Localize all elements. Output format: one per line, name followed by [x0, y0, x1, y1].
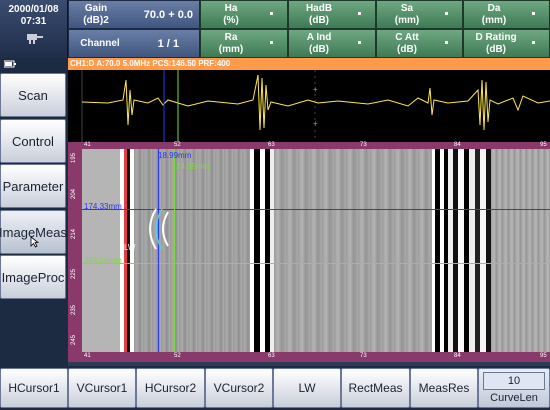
- ruler-tick: 52: [174, 353, 181, 359]
- image-band: [491, 149, 550, 352]
- lw-button[interactable]: LW: [273, 368, 341, 408]
- drating-cell[interactable]: D Rating (dB): [463, 29, 550, 58]
- gain-value: 70.0 + 0.0: [143, 8, 193, 21]
- sidebar-item-imageproc[interactable]: ImageProc: [0, 255, 66, 299]
- sa-cell[interactable]: Sa (mm): [376, 0, 463, 29]
- time-text: 07:31: [20, 16, 47, 27]
- battery-icon: [4, 60, 16, 68]
- drating-label: D Rating (dB): [475, 32, 517, 55]
- date-text: 2000/01/08: [8, 4, 59, 15]
- channel-label: Channel: [80, 38, 120, 49]
- ra-cell[interactable]: Ra (mm): [200, 29, 288, 58]
- rectmeas-button[interactable]: RectMeas: [341, 368, 410, 408]
- catt-value-dot: [445, 41, 448, 44]
- lw-label: LW: [124, 243, 136, 252]
- sa-label: Sa (mm): [394, 3, 420, 26]
- ruler-tick: 95: [540, 353, 547, 359]
- depth-tick: 245: [71, 334, 78, 346]
- curvelen-control[interactable]: 10 CurveLen: [478, 368, 550, 408]
- sidebar-item-scan[interactable]: Scan: [0, 73, 66, 117]
- battery-area: [0, 58, 68, 70]
- measres-button[interactable]: MeasRes: [410, 368, 478, 408]
- channel-value: 1 / 1: [157, 37, 179, 50]
- da-cell[interactable]: Da (mm): [463, 0, 550, 29]
- hadb-cell[interactable]: HadB (dB): [288, 0, 376, 29]
- h-cursor-2-label: 204.16mm: [84, 256, 122, 265]
- top-ruler: 41 52 63 73 84 95: [68, 142, 550, 149]
- image-band: [82, 149, 120, 352]
- vcursor2-button[interactable]: VCursor2: [205, 368, 273, 408]
- ruler-tick: 41: [84, 353, 91, 359]
- status-bar: CH1:D A:70.0 5.0MHz PCS:146.50 PRF:400: [68, 58, 550, 70]
- bottom-ruler: 41 52 63 73 84 95: [68, 352, 550, 362]
- curvelen-label: CurveLen: [490, 392, 538, 404]
- depth-tick: 225: [71, 268, 78, 280]
- depth-tick: 204: [71, 188, 78, 200]
- sa-value-dot: [445, 12, 448, 15]
- probe-connect-icon: [27, 34, 43, 44]
- b-scan-image[interactable]: 18.99mm 24.35mm 174.33mm 204.16mm LW: [82, 149, 550, 352]
- curvelen-value[interactable]: 10: [483, 372, 545, 390]
- a-scan-view[interactable]: + +: [68, 70, 550, 142]
- a-scan-waveform: + +: [81, 70, 550, 142]
- gain-label: Gain (dB)2: [83, 3, 109, 26]
- h-cursor-2[interactable]: [82, 263, 550, 264]
- v-cursor-2-label: 24.35mm: [176, 162, 210, 171]
- da-value-dot: [532, 12, 535, 15]
- svg-text:+: +: [313, 119, 318, 128]
- ruler-tick: 73: [360, 142, 367, 148]
- channel-cell[interactable]: Channel 1 / 1: [68, 29, 200, 58]
- defect-indication: [149, 208, 169, 250]
- ruler-tick: 52: [174, 142, 181, 148]
- vcursor1-button[interactable]: VCursor1: [68, 368, 136, 408]
- ruler-tick: 84: [454, 353, 461, 359]
- depth-tick: 235: [71, 304, 78, 316]
- sidebar: Scan Control Parameter ImageMeas ImagePr…: [0, 70, 68, 366]
- ra-label: Ra (mm): [218, 32, 244, 55]
- bottom-toolbar: HCursor1 VCursor1 HCursor2 VCursor2 LW R…: [0, 366, 550, 410]
- ruler-tick: 41: [84, 142, 91, 148]
- drating-value-dot: [532, 41, 535, 44]
- ha-cell[interactable]: Ha (%): [200, 0, 288, 29]
- sidebar-item-parameter[interactable]: Parameter: [0, 164, 66, 208]
- aind-cell[interactable]: A Ind (dB): [288, 29, 376, 58]
- hadb-value-dot: [358, 12, 361, 15]
- aind-value-dot: [358, 41, 361, 44]
- ruler-tick: 84: [454, 142, 461, 148]
- ruler-tick: 95: [540, 142, 547, 148]
- ha-label: Ha (%): [223, 3, 239, 26]
- gain-cell[interactable]: Gain (dB)2 70.0 + 0.0: [68, 0, 200, 29]
- hcursor1-button[interactable]: HCursor1: [0, 368, 68, 408]
- ra-value-dot: [270, 41, 273, 44]
- ruler-tick: 63: [268, 142, 275, 148]
- aind-label: A Ind (dB): [306, 32, 332, 55]
- da-label: Da (mm): [481, 3, 507, 26]
- image-band: [274, 149, 432, 352]
- ruler-tick: 63: [268, 353, 275, 359]
- ruler-tick: 73: [360, 353, 367, 359]
- v-cursor-1-label: 18.99mm: [158, 151, 192, 160]
- ha-value-dot: [270, 12, 273, 15]
- svg-text:+: +: [313, 85, 318, 94]
- hcursor2-button[interactable]: HCursor2: [136, 368, 205, 408]
- depth-scale: 195 204 214 225 235 245: [68, 149, 82, 352]
- depth-tick: 214: [71, 228, 78, 240]
- catt-label: C Att (dB): [395, 32, 419, 55]
- sidebar-item-control[interactable]: Control: [0, 119, 66, 163]
- mouse-pointer-icon: [30, 236, 40, 248]
- catt-cell[interactable]: C Att (dB): [376, 29, 463, 58]
- hadb-label: HadB (dB): [305, 3, 333, 26]
- datetime-panel: 2000/01/08 07:31: [0, 0, 68, 58]
- depth-tick: 195: [71, 152, 78, 164]
- h-cursor-1-label: 174.33mm: [84, 202, 122, 211]
